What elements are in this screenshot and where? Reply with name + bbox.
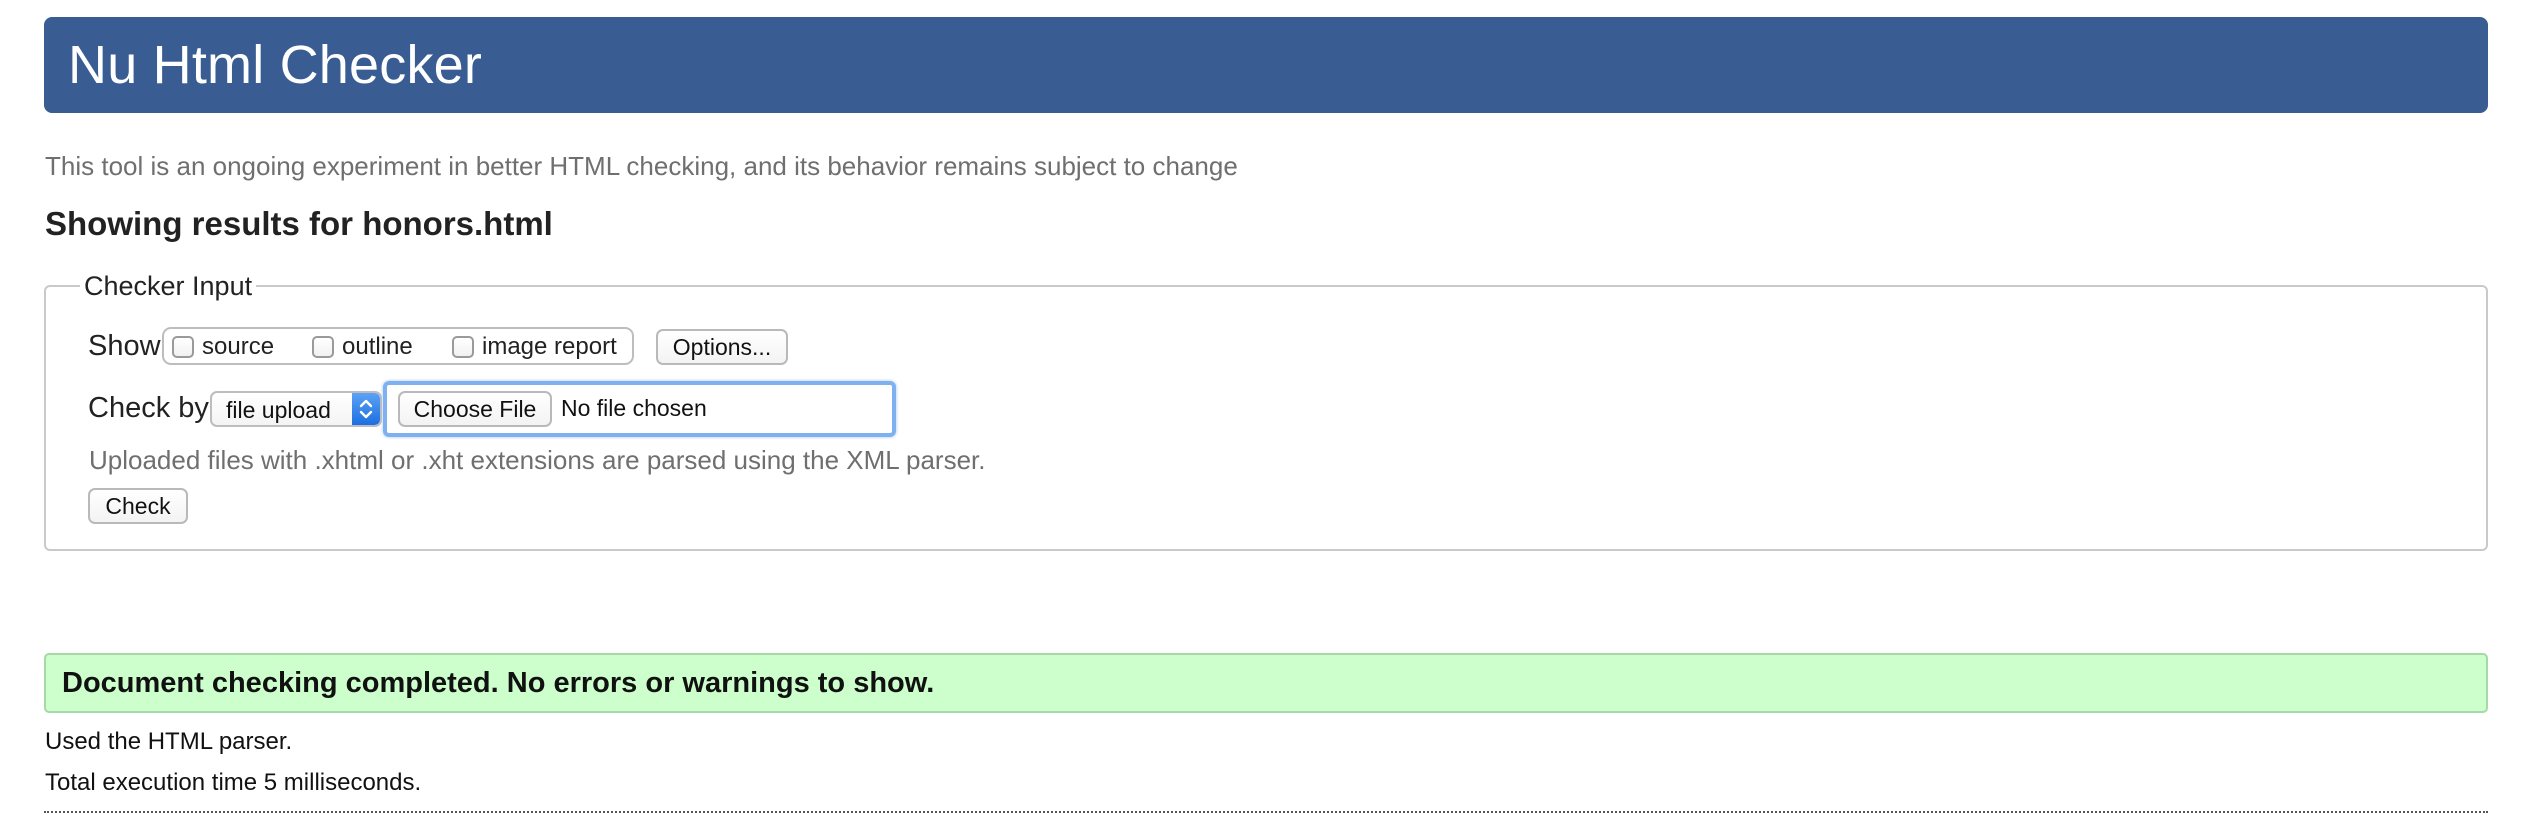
check-by-label: Check by: [88, 392, 209, 424]
results-heading: Showing results for honors.html: [45, 205, 553, 242]
dotted-divider: [44, 811, 2488, 813]
fieldset-legend: Checker Input: [80, 268, 257, 304]
success-message: Document checking completed. No errors o…: [62, 667, 935, 699]
page-title: Nu Html Checker: [68, 35, 483, 95]
options-button[interactable]: Options...: [656, 329, 788, 365]
source-checkbox[interactable]: [172, 336, 194, 358]
updown-chevron-icon: [359, 399, 373, 419]
outline-checkbox-label[interactable]: outline: [342, 331, 413, 363]
intro-text: This tool is an ongoing experiment in be…: [45, 151, 1238, 181]
image-report-checkbox[interactable]: [452, 336, 474, 358]
check-button[interactable]: Check: [88, 488, 188, 524]
success-message-box: Document checking completed. No errors o…: [44, 653, 2488, 713]
image-report-checkbox-label[interactable]: image report: [482, 331, 617, 363]
choose-file-button[interactable]: Choose File: [398, 391, 552, 427]
select-stepper-icon: [352, 393, 380, 425]
outline-checkbox[interactable]: [312, 336, 334, 358]
execution-time: Total execution time 5 milliseconds.: [45, 769, 422, 796]
source-checkbox-label[interactable]: source: [202, 331, 274, 363]
upload-help-text: Uploaded files with .xhtml or .xht exten…: [89, 445, 986, 475]
file-status-text: No file chosen: [561, 395, 707, 421]
check-by-selected-value: file upload: [226, 397, 331, 423]
parser-info: Used the HTML parser.: [45, 728, 293, 755]
header-banner: Nu Html Checker: [44, 17, 2488, 113]
show-label: Show: [88, 330, 161, 362]
show-options-group: source outline image report: [162, 327, 634, 365]
check-by-select[interactable]: file upload: [210, 391, 382, 427]
